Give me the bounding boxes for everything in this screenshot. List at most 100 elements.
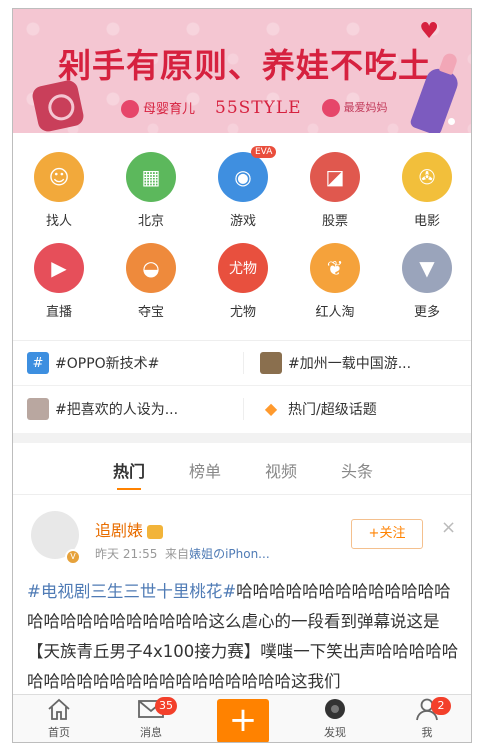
grid-label: 游戏	[229, 214, 256, 229]
banner-brand-logos: 母婴育儿 55STYLE 最爱妈妈	[121, 97, 388, 119]
tab-headlines[interactable]: 头条	[341, 458, 373, 482]
topic-item-california[interactable]: #加州一载中国游...	[243, 352, 471, 374]
grid-label: 红人淘	[315, 305, 355, 320]
close-icon[interactable]: ×	[441, 517, 456, 538]
nav-discover-label: 发现	[324, 726, 346, 739]
feature-grid: ☺ 找人 ▦ 北京 ◉ EVA 游戏 ◪ 股票 ✇ 电影 ▶ 直播 ◒ 夺宝 尤物 尤物 ❦ 红人淘 ▼ 更多	[13, 146, 471, 320]
grid-icon-glyph: ✇	[418, 165, 436, 189]
home-icon	[45, 696, 73, 722]
messages-count-badge: 35	[155, 697, 177, 715]
city-building-icon: ▦	[126, 152, 176, 202]
carousel-indicator[interactable]	[448, 118, 455, 125]
tab-hot[interactable]: 热门	[113, 458, 145, 490]
topic-label: #把喜欢的人设为...	[55, 401, 179, 418]
film-reel-icon: ✇	[402, 152, 452, 202]
nav-home-label: 首页	[48, 726, 70, 739]
grid-item-4[interactable]: ✇ 电影	[381, 152, 471, 229]
grid-icon-glyph: ▦	[141, 165, 161, 189]
live-video-icon: ▶	[34, 243, 84, 293]
follow-button[interactable]: +关注	[351, 519, 423, 549]
grid-icon-glyph: ◒	[142, 256, 160, 280]
grid-label: 直播	[45, 305, 72, 320]
brand-logo-zuiaimama: 最爱妈妈	[321, 99, 388, 117]
compose-plus-button[interactable]: +	[217, 698, 269, 742]
post-author[interactable]: 追剧婊	[95, 517, 164, 541]
grid-item-5[interactable]: ▶ 直播	[13, 243, 105, 320]
nav-discover[interactable]: 发现	[289, 695, 381, 742]
gamepad-icon: ◉	[218, 152, 268, 202]
brand-logo-muying: 母婴育儿	[121, 98, 195, 119]
grid-label: 夺宝	[137, 305, 164, 320]
nav-me[interactable]: 2 我	[381, 695, 471, 742]
post-source[interactable]: 婊姐のiPhon...	[189, 547, 270, 561]
topic-item-oppo[interactable]: # #OPPO新技术#	[13, 352, 243, 374]
topic-label: #加州一载中国游...	[288, 356, 412, 372]
me-count-badge: 2	[431, 697, 451, 715]
topic-label: 热门/超级话题	[288, 401, 377, 418]
nav-me-label: 我	[421, 726, 433, 739]
post-topic-link[interactable]: #电视剧三生三世十里桃花#	[27, 582, 236, 601]
shopping-bag-icon: ❦	[310, 243, 360, 293]
brand-dot-icon	[321, 99, 340, 117]
treasure-bowl-icon: ◒	[126, 243, 176, 293]
grid-item-3[interactable]: ◪ 股票	[289, 152, 381, 229]
youwu-logo-icon: 尤物	[218, 243, 268, 293]
find-people-icon: ☺	[34, 152, 84, 202]
grid-icon-glyph: ◉	[234, 165, 252, 189]
hashtag-icon: #	[27, 352, 49, 374]
hot-topics: # #OPPO新技术# #加州一载中国游... #把喜欢的人设为... ◆ 热门…	[13, 340, 471, 432]
tab-video[interactable]: 视频	[265, 458, 297, 482]
grid-item-6[interactable]: ◒ 夺宝	[105, 243, 197, 320]
grid-label: 尤物	[229, 305, 256, 320]
grid-item-7[interactable]: 尤物 尤物	[197, 243, 289, 320]
discover-compass-icon	[321, 696, 349, 722]
post-username[interactable]: 追剧婊	[95, 521, 143, 540]
promo-banner[interactable]: 剁手有原则、养娃不吃土 ♥ 母婴育儿 55STYLE 最爱妈妈	[13, 9, 471, 133]
topic-item-favorite-person[interactable]: #把喜欢的人设为...	[13, 397, 243, 420]
grid-item-9[interactable]: ▼ 更多	[381, 243, 471, 320]
topic-row: #把喜欢的人设为... ◆ 热门/超级话题	[13, 386, 471, 431]
member-crown-icon	[147, 524, 164, 539]
grid-item-8[interactable]: ❦ 红人淘	[289, 243, 381, 320]
nav-home[interactable]: 首页	[13, 695, 105, 742]
stock-chart-icon: ◪	[310, 152, 360, 202]
post-time: 昨天 21:55	[95, 547, 158, 561]
grid-icon-glyph: ☺	[48, 165, 70, 189]
brand-dot-icon	[121, 100, 139, 119]
grid-icon-glyph: ▶	[51, 256, 67, 280]
section-divider	[13, 433, 471, 443]
nav-compose[interactable]: +	[197, 695, 289, 742]
nav-messages-label: 消息	[140, 726, 162, 739]
grid-label: 更多	[413, 305, 440, 320]
grid-label: 北京	[137, 214, 164, 229]
grid-label: 电影	[413, 214, 440, 229]
topic-label: #OPPO新技术#	[55, 356, 160, 372]
more-chevron-icon: ▼	[402, 243, 452, 293]
verified-badge-icon: V	[65, 549, 81, 565]
grid-icon-glyph: 尤物	[229, 261, 257, 277]
post-text: #电视剧三生三世十里桃花#哈哈哈哈哈哈哈哈哈哈哈哈哈哈哈哈哈哈哈哈哈哈哈哈这么虐…	[27, 577, 467, 697]
eva-badge: EVA	[251, 146, 277, 158]
heart-icon: ♥	[419, 19, 439, 44]
hot-topic-diamond-icon: ◆	[264, 399, 278, 418]
grid-label: 股票	[321, 214, 348, 229]
grid-item-1[interactable]: ▦ 北京	[105, 152, 197, 229]
topic-avatar-icon	[27, 397, 49, 420]
feed-tabs: 热门 榜单 视频 头条	[13, 445, 471, 495]
feed-post: V 追剧婊 昨天 21:55 来自婊姐のiPhon... +关注 × #电视剧三…	[13, 497, 471, 697]
topic-row: # #OPPO新技术# #加州一载中国游...	[13, 341, 471, 386]
grid-icon-glyph: ❦	[326, 256, 344, 280]
grid-item-2[interactable]: ◉ EVA 游戏	[197, 146, 289, 229]
tab-ranking[interactable]: 榜单	[189, 458, 221, 482]
bottom-nav: 首页 35 消息 + 发现 2 我	[13, 694, 471, 742]
post-meta: 昨天 21:55 来自婊姐のiPhon...	[95, 545, 270, 562]
topic-item-hot-super[interactable]: ◆ 热门/超级话题	[243, 397, 471, 420]
topic-thumbnail-icon	[260, 352, 282, 374]
grid-label: 找人	[45, 214, 72, 229]
grid-icon-glyph: ▼	[419, 256, 435, 280]
grid-icon-glyph: ◪	[325, 165, 345, 189]
nav-messages[interactable]: 35 消息	[105, 695, 197, 742]
app-frame: 剁手有原则、养娃不吃土 ♥ 母婴育儿 55STYLE 最爱妈妈 ☺ 找人 ▦ 北京 ◉ E…	[12, 8, 472, 743]
grid-item-0[interactable]: ☺ 找人	[13, 152, 105, 229]
post-source-prefix: 来自	[165, 547, 190, 561]
